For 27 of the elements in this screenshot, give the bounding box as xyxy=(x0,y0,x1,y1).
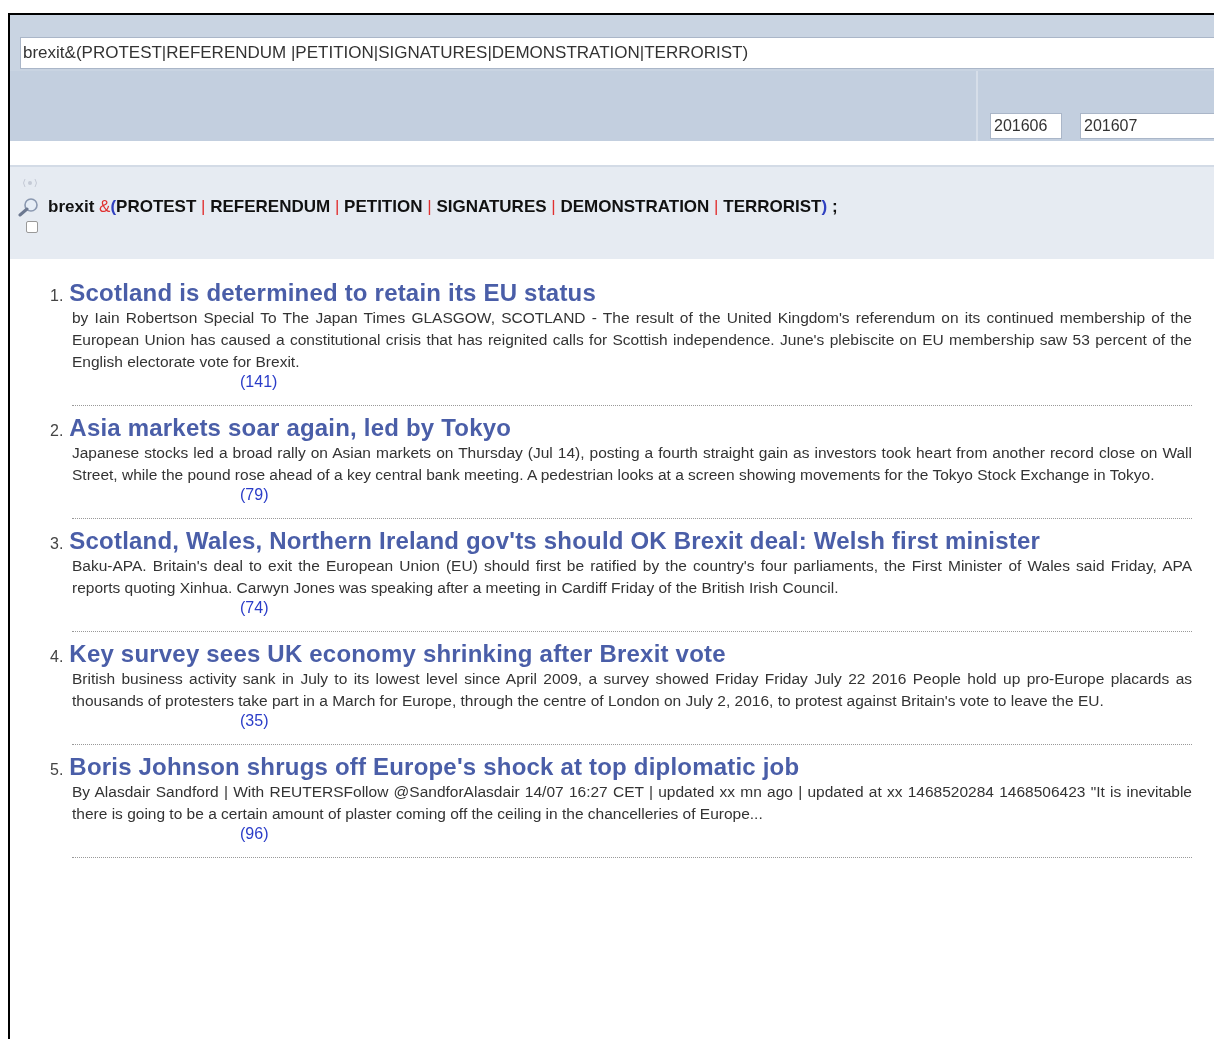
query-expression: brexit &(PROTEST | REFERENDUM | PETITION | SIGNATURES | DEMONSTRATION | TERRORIST) ; xyxy=(48,197,838,217)
result-snippet: By Alasdair Sandford | With REUTERSFollow @SandforAlasdair 14/07 16:27 CET | updated xx mn ago | updated at xx 1468520284 1468506423 "It is inevitable there is going to be a certain amount of plaster coming off the ceiling in the chancelleries of Europe... xyxy=(72,782,1192,824)
result-number: 1. xyxy=(50,287,64,305)
result-number: 3. xyxy=(50,535,64,553)
result-title-link[interactable]: Scotland, Wales, Northern Ireland gov'ts should OK Brexit deal: Welsh first minister xyxy=(69,527,1041,555)
search-icon[interactable] xyxy=(18,197,40,217)
result-snippet: Japanese stocks led a broad rally on Asian markets on Thursday (Jul 14), posting a fourth straight gain as investors took heart from another record close on Wall Street, while the pound rose ahead of a key central bank meeting. A pedestrian looks at a screen showing movements for the Tokyo Stock Exchange in Tokyo. xyxy=(72,443,1192,485)
result-count-link[interactable]: (74) xyxy=(240,599,269,617)
result-title-link[interactable]: Asia markets soar again, led by Tokyo xyxy=(69,414,512,442)
result-count-link[interactable]: (35) xyxy=(240,712,269,730)
result-count-link[interactable]: (141) xyxy=(240,373,278,391)
result-number: 5. xyxy=(50,761,64,779)
result-number: 4. xyxy=(50,648,64,666)
result-count-link[interactable]: (79) xyxy=(240,486,269,504)
select-checkbox[interactable] xyxy=(26,221,38,233)
search-field[interactable]: brexit&(PROTEST|REFERENDUM |PETITION|SIGNATURES|DEMONSTRATION|TERRORIST) xyxy=(20,37,1214,69)
result-number: 2. xyxy=(50,422,64,440)
result-title-link[interactable]: Key survey sees UK economy shrinking after Brexit vote xyxy=(69,640,726,668)
result-title-link[interactable]: Boris Johnson shrugs off Europe's shock at top diplomatic job xyxy=(69,753,800,781)
result-snippet: Baku-APA. Britain's deal to exit the European Union (EU) should first be ratified by the country's four parliaments, the First Minister of Wales said Friday, APA reports quoting Xinhua. Carwyn Jones was speaking after a meeting in Cardiff Friday of the British Irish Council. xyxy=(72,556,1192,598)
date-to-field[interactable]: 201607 xyxy=(1080,113,1214,139)
result-snippet: British business activity sank in July to its lowest level since April 2009, a survey showed Friday Friday July 22 2016 People hold up pro-Europe placards as thousands of protesters take part in a March for Europe, through the centre of London on July 2, 2016, to protest against Britain's vote to leave the EU. xyxy=(72,669,1192,711)
date-from-field[interactable]: 201606 xyxy=(990,113,1062,139)
result-snippet: by Iain Robertson Special To The Japan Times GLASGOW, SCOTLAND - The result of the United Kingdom's referendum on its continued membership of the European Union has caused a constitutional crisis that has reignited calls for Scottish independence. June's plebiscite on EU membership saw 53 percent of the English electorate vote for Brexit. xyxy=(72,308,1192,372)
result-count-link[interactable]: (96) xyxy=(240,825,269,843)
radio-signal-icon[interactable] xyxy=(22,177,38,189)
result-title-link[interactable]: Scotland is determined to retain its EU status xyxy=(69,279,596,307)
